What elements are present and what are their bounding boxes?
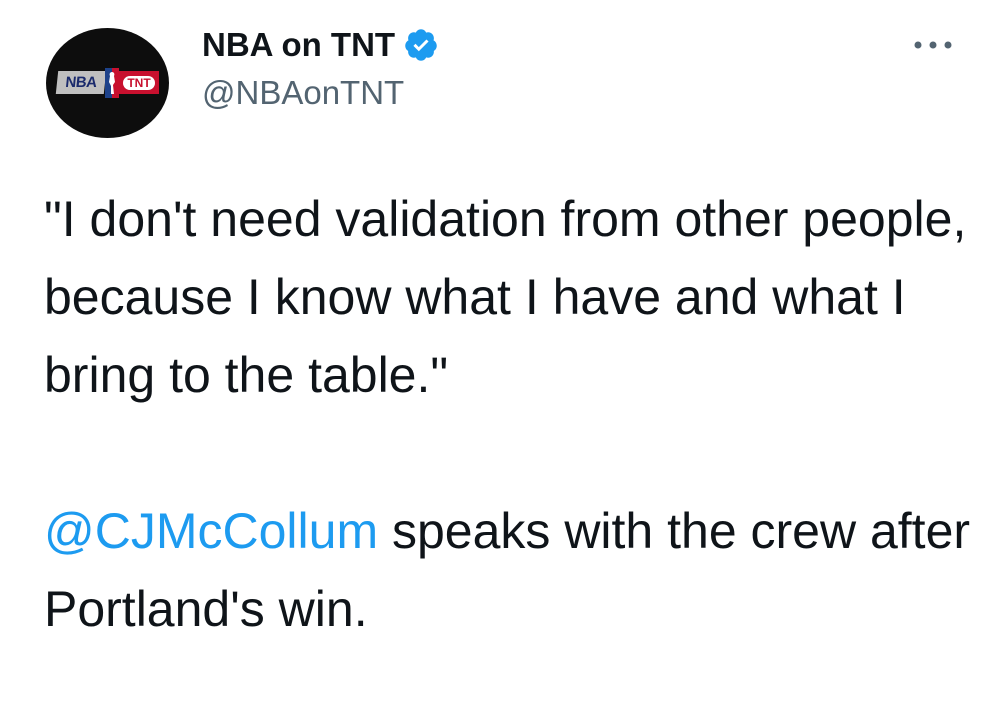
author-display-name[interactable]: NBA on TNT (202, 26, 395, 64)
nba-logoman-icon (105, 68, 119, 98)
verified-badge-icon (405, 29, 437, 61)
tweet-quote: "I don't need validation from other peop… (44, 191, 981, 403)
tweet-text: "I don't need validation from other peop… (44, 180, 984, 648)
tweet-caption: @CJMcCollum speaks with the crew after P… (44, 492, 984, 648)
avatar[interactable]: NBA TNT (46, 28, 169, 138)
author-handle[interactable]: @NBAonTNT (202, 74, 404, 112)
tweet-card: NBA TNT NBA on TNT @NBAonTNT "I don't ne… (0, 0, 1000, 723)
more-options-icon[interactable] (908, 30, 958, 60)
nba-on-tnt-logo-icon: NBA TNT (55, 68, 159, 98)
mention-link[interactable]: @CJMcCollum (44, 503, 378, 559)
author-name-row: NBA on TNT (202, 22, 439, 68)
tnt-logo-text: TNT (123, 75, 155, 90)
tnt-logo-badge: TNT (119, 71, 159, 94)
nba-logo-text: NBA (55, 71, 107, 94)
